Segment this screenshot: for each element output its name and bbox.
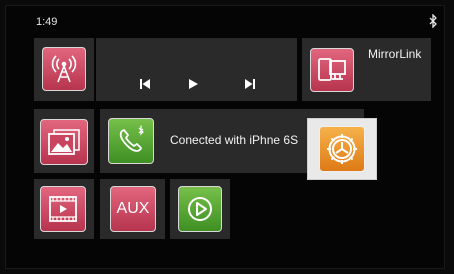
media-controls-panel <box>96 38 297 101</box>
mirrorlink-tile[interactable]: MirrorLink <box>302 38 431 101</box>
phone-bluetooth-icon <box>108 118 154 164</box>
photo-gallery-icon <box>40 119 88 165</box>
radio-tower-icon <box>42 47 86 91</box>
phone-connection-status: Conected with iPhne 6S <box>170 133 299 147</box>
play-icon[interactable] <box>187 78 199 90</box>
skip-next-icon[interactable] <box>244 78 256 90</box>
mirrorlink-label: MirrorLink <box>368 47 422 61</box>
radio-tile[interactable] <box>34 38 94 101</box>
gallery-tile[interactable] <box>34 109 94 173</box>
bluetooth-icon <box>429 14 437 28</box>
settings-tile[interactable] <box>307 118 377 180</box>
video-tile[interactable] <box>34 179 94 239</box>
video-player-icon <box>40 186 86 232</box>
home-screen: 1:49 MirrorLink Conected with iPhne 6S A… <box>5 5 445 269</box>
aux-icon: AUX <box>110 186 156 232</box>
gear-settings-icon <box>319 126 365 172</box>
mirrorlink-screens-icon <box>310 48 354 92</box>
skip-previous-icon[interactable] <box>139 78 151 90</box>
aux-tile[interactable]: AUX <box>100 179 165 239</box>
clock: 1:49 <box>36 16 58 28</box>
aux-label: AUX <box>116 200 150 217</box>
carplay-play-icon <box>178 186 222 232</box>
carplay-tile[interactable] <box>170 179 230 239</box>
